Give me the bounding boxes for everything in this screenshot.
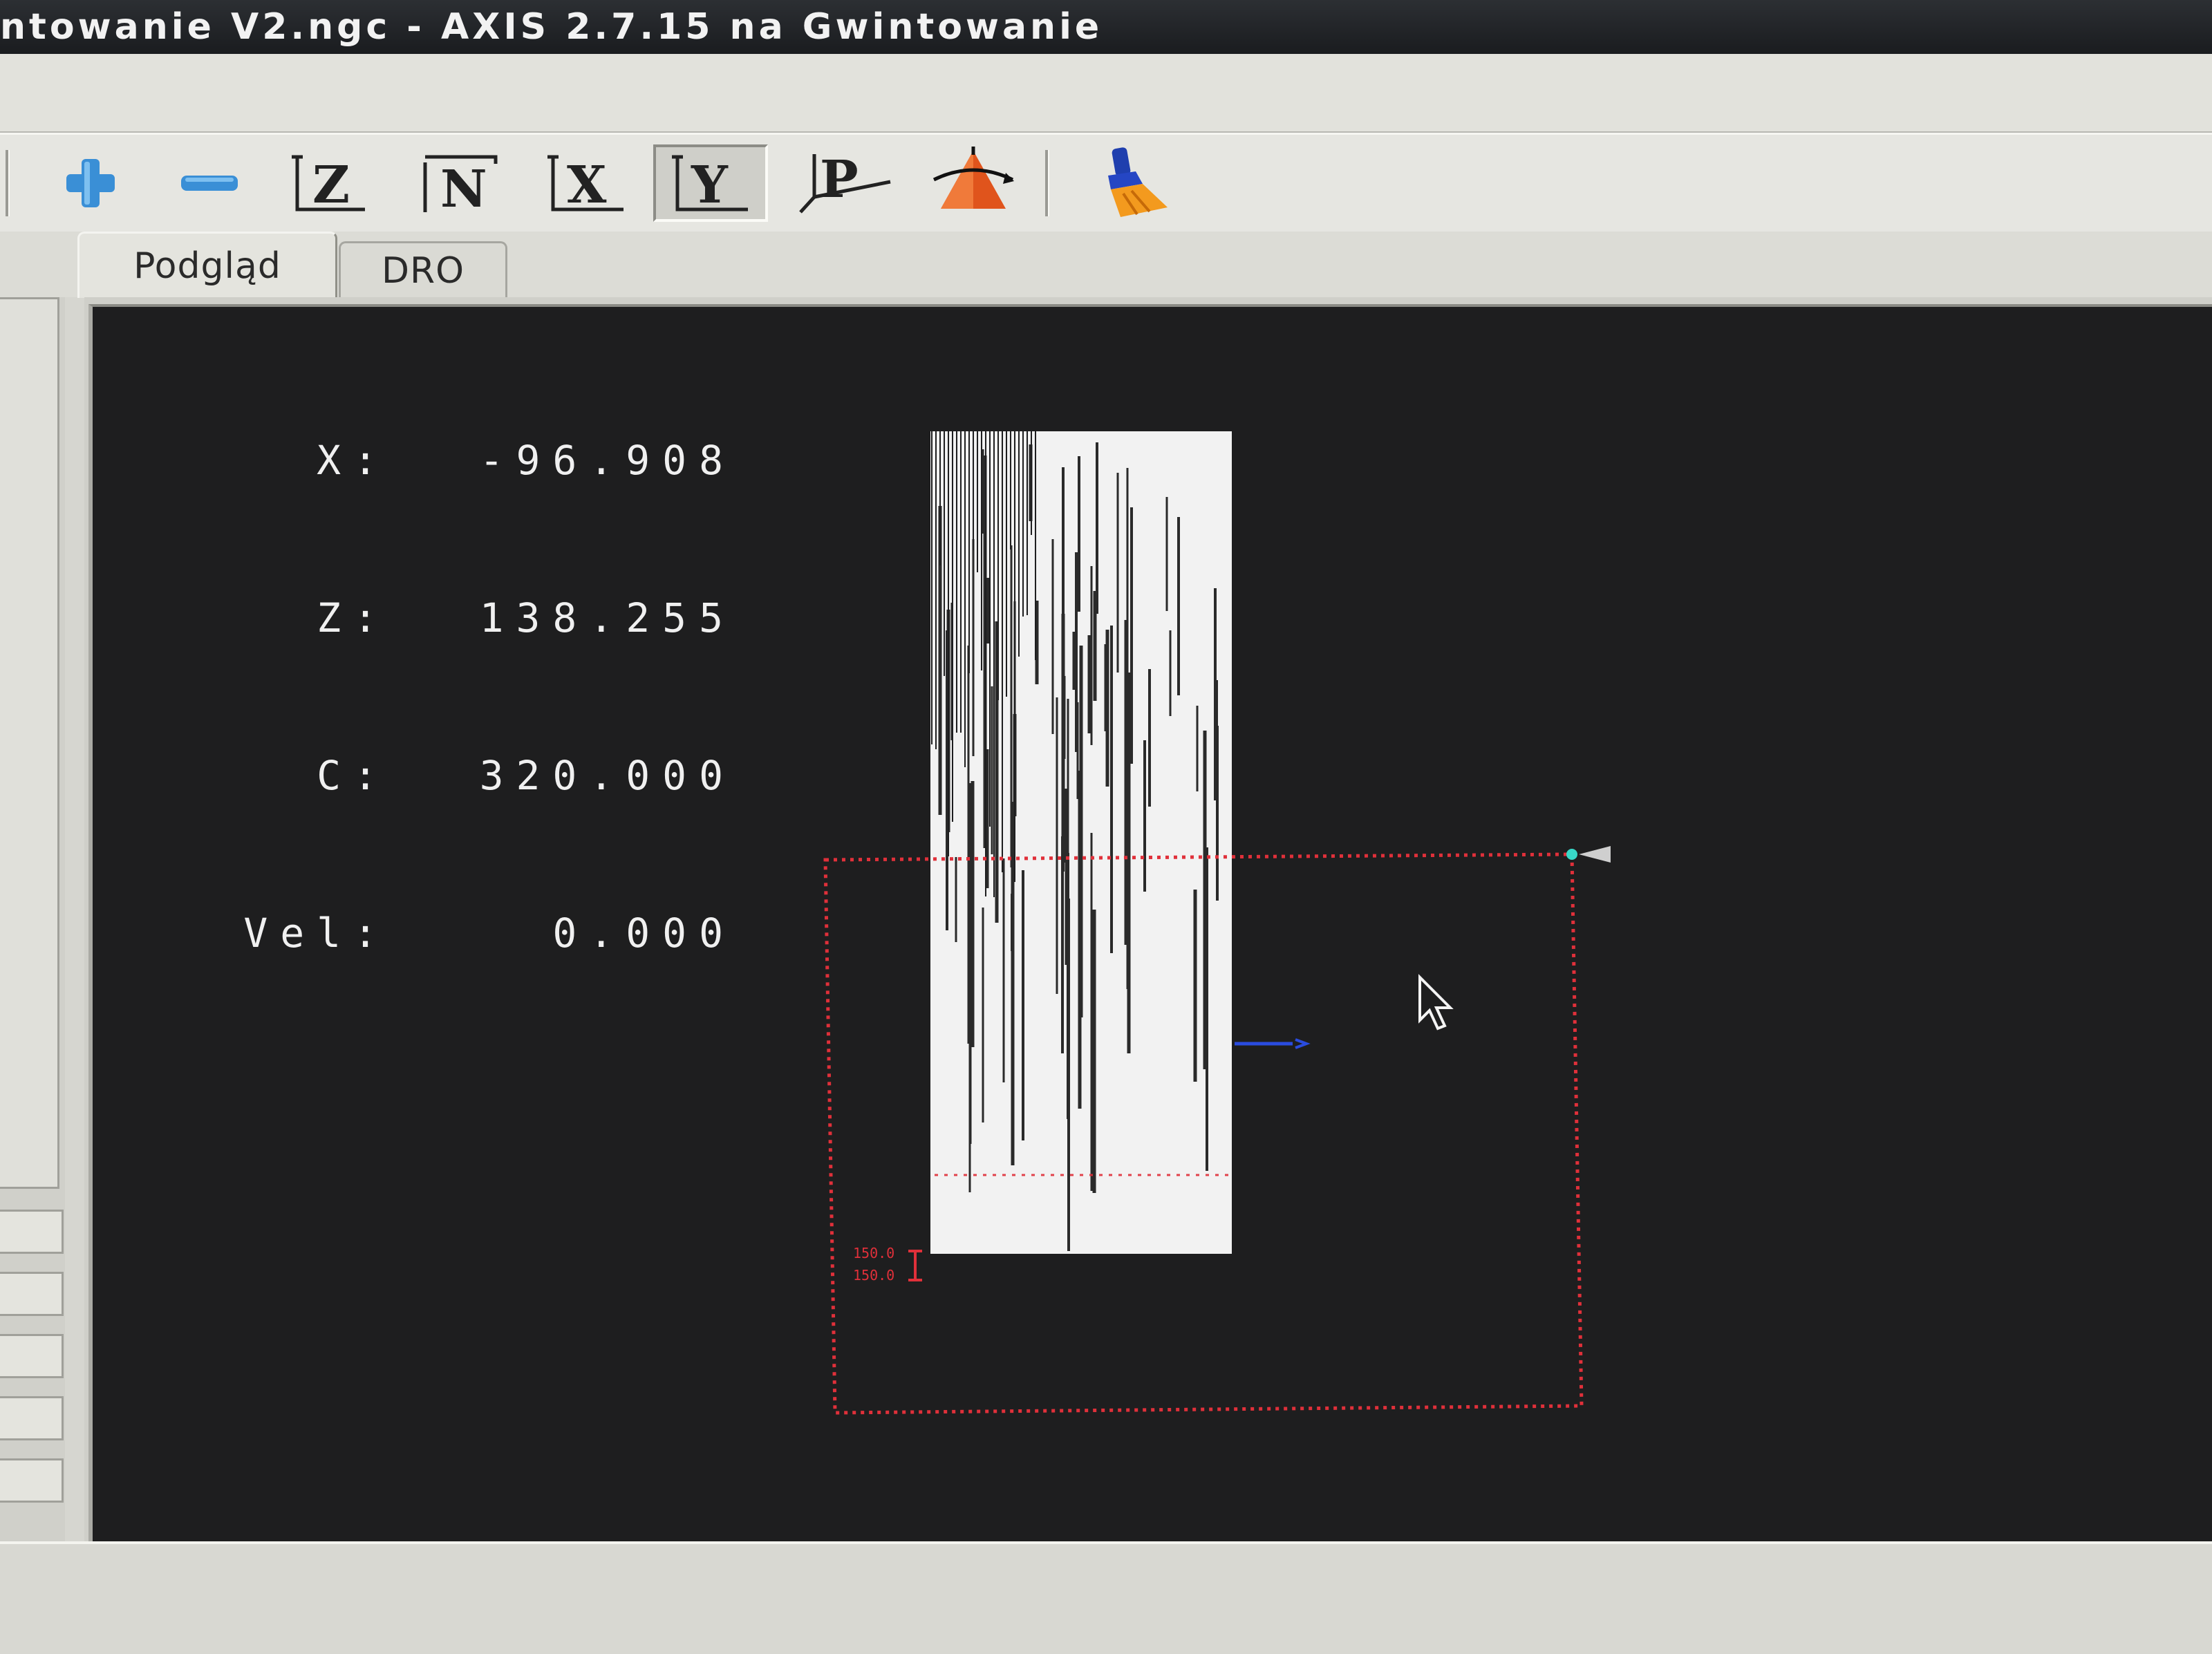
mouse-cursor-icon	[1418, 974, 1454, 1031]
origin-marker	[1566, 849, 1577, 860]
left-panel-strip	[0, 297, 59, 1189]
toolbar-separator	[6, 150, 10, 216]
view-y-icon: Y	[672, 155, 748, 215]
axis-indicator-arrow	[1295, 1038, 1311, 1049]
view-y-label: Y	[691, 156, 729, 215]
toolbar: Z N X Y P	[0, 133, 2212, 234]
view-x-label: X	[567, 156, 607, 215]
view-z-label: Z	[312, 156, 350, 215]
rotate-view-icon	[932, 147, 1014, 209]
view-y-button[interactable]: Y	[653, 144, 768, 222]
window-title: ntowanie V2.ngc - AXIS 2.7.15 na Gwintow…	[0, 0, 2212, 54]
origin-label-text: 150.0	[853, 1245, 894, 1261]
origin-label-text: 150.0	[853, 1267, 894, 1284]
tool-cone-icon	[1579, 846, 1611, 863]
preview-canvas[interactable]: X: -96.908 Z: 138.255 C: 320.000 Vel: 0.…	[88, 304, 2212, 1541]
tab-dro[interactable]: DRO	[339, 241, 507, 298]
toolbar-separator	[1045, 150, 1049, 216]
zoom-out-icon	[181, 176, 238, 191]
rotate-view-button[interactable]	[916, 144, 1031, 222]
view-p-button[interactable]: P	[788, 144, 903, 222]
left-panel-button[interactable]	[0, 1272, 64, 1316]
left-panel-button[interactable]	[0, 1210, 64, 1254]
zoom-in-button[interactable]	[35, 144, 149, 222]
tab-preview[interactable]: Podgląd	[77, 232, 337, 298]
view-p-icon: P	[799, 150, 891, 214]
view-z2-label: N	[440, 160, 487, 218]
view-z2-button[interactable]: N	[401, 144, 516, 222]
clear-live-plot-button[interactable]	[1078, 144, 1193, 222]
view-z2-icon: N	[423, 155, 498, 218]
view-x-icon: X	[547, 155, 624, 215]
view-z-button[interactable]: Z	[273, 144, 388, 222]
clear-live-plot-icon	[1108, 147, 1168, 217]
view-p-label: P	[820, 150, 859, 209]
menu-bar	[0, 54, 2212, 133]
left-panel-button[interactable]	[0, 1458, 64, 1503]
toolpath-plot: 150.0 150.0	[823, 431, 1611, 1415]
view-x-button[interactable]: X	[529, 144, 644, 222]
origin-label: 150.0 150.0	[853, 1245, 922, 1284]
left-panel-button[interactable]	[0, 1396, 64, 1440]
left-panel	[0, 297, 65, 1541]
zoom-out-button[interactable]	[152, 144, 267, 222]
left-panel-button[interactable]	[0, 1334, 64, 1378]
tab-strip: Podgląd DRO	[0, 232, 2212, 298]
zoom-in-icon	[66, 159, 115, 207]
view-z-icon: Z	[292, 155, 365, 215]
status-area	[0, 1541, 2212, 1654]
axis-window: ntowanie V2.ngc - AXIS 2.7.15 na Gwintow…	[0, 0, 2212, 1654]
